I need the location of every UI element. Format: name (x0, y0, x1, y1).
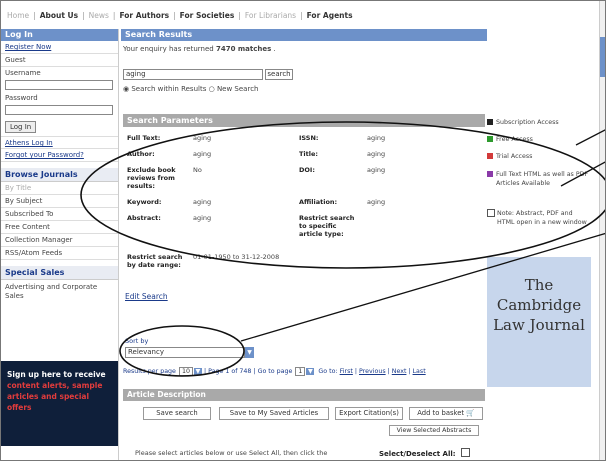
page-frame: Home | About Us | News | For Authors | For Socie… (0, 0, 606, 461)
annotation-ellipse-sort (119, 325, 245, 377)
annotation-ellipse-params (80, 121, 605, 269)
annotation-overlay (80, 121, 605, 377)
annotation-callout-line (575, 129, 605, 146)
annotation-callout-line (240, 232, 605, 342)
